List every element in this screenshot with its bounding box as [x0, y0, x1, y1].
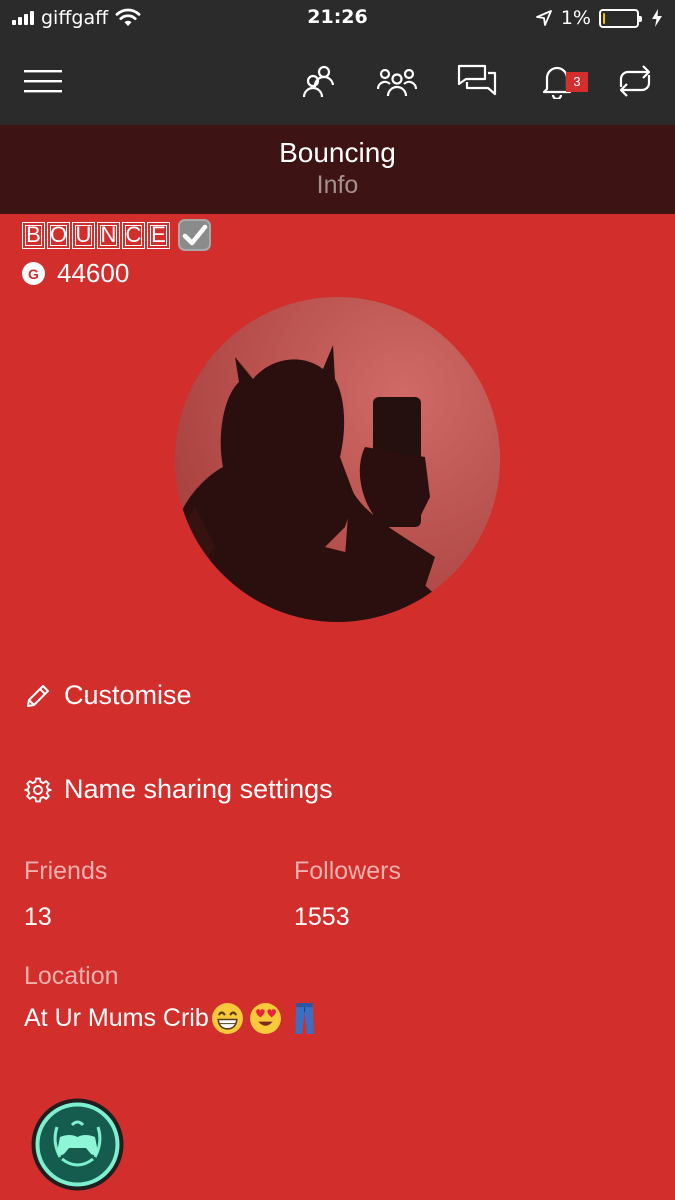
jeans-emoji-icon — [294, 1003, 314, 1034]
menu-icon — [24, 70, 62, 93]
app-top-bar: 3 — [0, 36, 675, 125]
customise-button[interactable]: Customise — [24, 680, 192, 711]
name-sharing-settings-button[interactable]: Name sharing settings — [24, 774, 333, 805]
page-header: Bouncing Info — [0, 125, 675, 214]
friends-icon — [302, 65, 335, 98]
messages-button[interactable] — [452, 56, 502, 106]
check-box-icon — [178, 219, 211, 251]
status-right: 1% — [535, 7, 663, 29]
activity-sync-icon — [619, 65, 651, 97]
gamertag-letter: O — [47, 221, 70, 249]
location-row: At Ur Mums Crib — [24, 1002, 321, 1035]
menu-button[interactable] — [18, 56, 68, 106]
pencil-icon — [27, 684, 49, 707]
gamertag-letter: C — [122, 221, 145, 249]
battery-percent: 1% — [560, 7, 591, 29]
messages-icon — [457, 64, 497, 96]
followers-label: Followers — [294, 857, 401, 885]
gamertag-letter: U — [72, 221, 95, 249]
gamertag-letter: E — [147, 221, 170, 249]
gear-icon — [24, 777, 52, 802]
avatar[interactable] — [175, 297, 500, 622]
activity-sync-button[interactable] — [610, 56, 660, 106]
xbox-achievements-button[interactable] — [30, 1097, 125, 1192]
location-label: Location — [24, 962, 119, 990]
gamerscore-value: 44600 — [57, 258, 130, 288]
gamerscore-row: G 44600 — [22, 258, 129, 289]
gamertag-row: B O U N C E — [22, 219, 211, 251]
grinning-face-emoji-icon — [211, 1003, 243, 1034]
location-text: At Ur Mums Crib — [24, 1004, 209, 1032]
friends-count[interactable]: 13 — [24, 903, 52, 932]
followers-count[interactable]: 1553 — [294, 903, 350, 932]
battery-icon — [599, 8, 642, 28]
app-root: giffgaff 21:26 1% 3 Bouncing Info B O U … — [0, 0, 675, 1200]
location-arrow-icon — [535, 10, 552, 26]
battery-level-fill — [603, 12, 605, 24]
gamertag: B O U N C E — [22, 221, 170, 249]
page-title: Bouncing — [279, 137, 396, 168]
friends-label: Friends — [24, 857, 108, 885]
gamertag-letter: B — [22, 221, 45, 249]
gamertag-letter: N — [97, 221, 120, 249]
name-sharing-label: Name sharing settings — [64, 774, 333, 804]
heart-eyes-emoji-icon — [249, 1003, 281, 1034]
page-subtitle: Info — [316, 171, 359, 199]
notifications-button[interactable]: 3 — [532, 56, 588, 106]
charging-bolt-icon — [652, 9, 662, 27]
notification-badge: 3 — [566, 72, 588, 92]
friends-button[interactable] — [294, 56, 344, 106]
controller-laurel-icon — [31, 1098, 124, 1191]
party-button[interactable] — [372, 56, 422, 106]
party-icon — [377, 68, 417, 97]
status-bar: giffgaff 21:26 1% — [0, 0, 675, 36]
gamerscore-icon: G — [22, 262, 45, 285]
customise-label: Customise — [64, 680, 192, 710]
